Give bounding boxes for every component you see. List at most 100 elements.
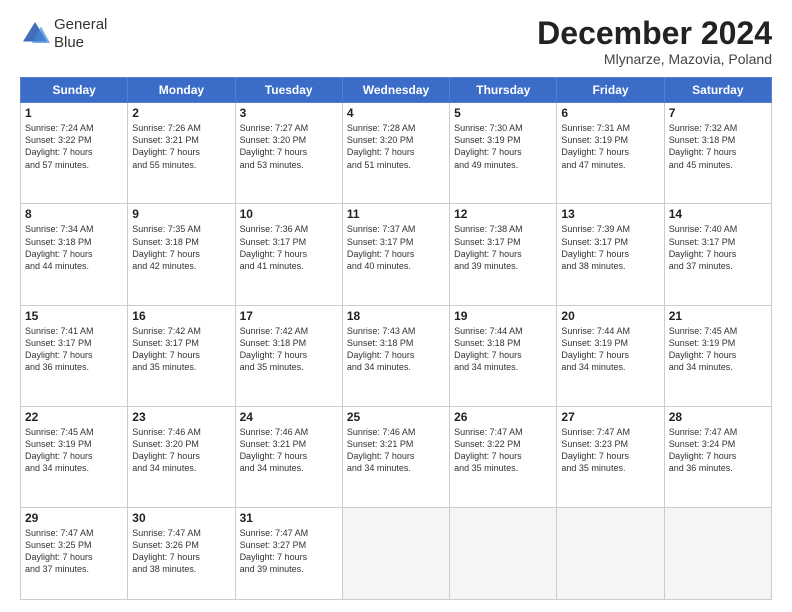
- calendar-cell: 28 Sunrise: 7:47 AM Sunset: 3:24 PM Dayli…: [664, 406, 771, 507]
- day-number: 5: [454, 106, 552, 120]
- calendar-cell: 10 Sunrise: 7:36 AM Sunset: 3:17 PM Dayli…: [235, 204, 342, 305]
- day-number: 8: [25, 207, 123, 221]
- day-number: 3: [240, 106, 338, 120]
- cell-details: Sunrise: 7:34 AM Sunset: 3:18 PM Dayligh…: [25, 223, 123, 272]
- month-title: December 2024: [537, 16, 772, 51]
- day-number: 14: [669, 207, 767, 221]
- logo-line1: General: [54, 16, 107, 34]
- calendar-cell: 22Sunrise: 7:45 AM Sunset: 3:19 PM Dayli…: [21, 406, 128, 507]
- day-number: 9: [132, 207, 230, 221]
- day-number: 12: [454, 207, 552, 221]
- calendar-cell: 18 Sunrise: 7:43 AM Sunset: 3:18 PM Dayli…: [342, 305, 449, 406]
- calendar-cell: 12 Sunrise: 7:38 AM Sunset: 3:17 PM Dayli…: [450, 204, 557, 305]
- calendar-cell: 21 Sunrise: 7:45 AM Sunset: 3:19 PM Dayli…: [664, 305, 771, 406]
- calendar-cell: 31Sunrise: 7:47 AM Sunset: 3:27 PM Dayli…: [235, 507, 342, 599]
- cell-details: Sunrise: 7:44 AM Sunset: 3:19 PM Dayligh…: [561, 325, 659, 374]
- calendar-cell: 25 Sunrise: 7:46 AM Sunset: 3:21 PM Dayli…: [342, 406, 449, 507]
- cell-details: Sunrise: 7:35 AM Sunset: 3:18 PM Dayligh…: [132, 223, 230, 272]
- day-number: 18: [347, 309, 445, 323]
- calendar-cell: 2Sunrise: 7:26 AM Sunset: 3:21 PM Daylig…: [128, 103, 235, 204]
- day-number: 31: [240, 511, 338, 525]
- day-number: 22: [25, 410, 123, 424]
- weekday-header-monday: Monday: [128, 78, 235, 103]
- cell-details: Sunrise: 7:47 AM Sunset: 3:23 PM Dayligh…: [561, 426, 659, 475]
- calendar-cell: 14 Sunrise: 7:40 AM Sunset: 3:17 PM Dayli…: [664, 204, 771, 305]
- calendar-cell: 9 Sunrise: 7:35 AM Sunset: 3:18 PM Daylig…: [128, 204, 235, 305]
- calendar-cell: 15 Sunrise: 7:41 AM Sunset: 3:17 PM Dayli…: [21, 305, 128, 406]
- cell-details: Sunrise: 7:39 AM Sunset: 3:17 PM Dayligh…: [561, 223, 659, 272]
- weekday-header-saturday: Saturday: [664, 78, 771, 103]
- cell-details: Sunrise: 7:43 AM Sunset: 3:18 PM Dayligh…: [347, 325, 445, 374]
- cell-details: Sunrise: 7:30 AM Sunset: 3:19 PM Dayligh…: [454, 122, 552, 171]
- calendar-cell: [557, 507, 664, 599]
- weekday-header-friday: Friday: [557, 78, 664, 103]
- day-number: 16: [132, 309, 230, 323]
- weekday-header-row: SundayMondayTuesdayWednesdayThursdayFrid…: [21, 78, 772, 103]
- calendar-cell: 17 Sunrise: 7:42 AM Sunset: 3:18 PM Dayli…: [235, 305, 342, 406]
- calendar-cell: 29 Sunrise: 7:47 AM Sunset: 3:25 PM Dayli…: [21, 507, 128, 599]
- cell-details: Sunrise: 7:24 AM Sunset: 3:22 PM Dayligh…: [25, 122, 123, 171]
- day-number: 21: [669, 309, 767, 323]
- day-number: 30: [132, 511, 230, 525]
- day-number: 11: [347, 207, 445, 221]
- calendar-cell: 1 Sunrise: 7:24 AM Sunset: 3:22 PM Daylig…: [21, 103, 128, 204]
- day-number: 2: [132, 106, 230, 120]
- location: Mlynarze, Mazovia, Poland: [537, 51, 772, 67]
- header: General Blue December 2024 Mlynarze, Maz…: [20, 16, 772, 67]
- title-block: December 2024 Mlynarze, Mazovia, Poland: [537, 16, 772, 67]
- calendar-cell: 19 Sunrise: 7:44 AM Sunset: 3:18 PM Dayli…: [450, 305, 557, 406]
- week-row-5: 29 Sunrise: 7:47 AM Sunset: 3:25 PM Dayli…: [21, 507, 772, 599]
- cell-details: Sunrise: 7:27 AM Sunset: 3:20 PM Dayligh…: [240, 122, 338, 171]
- calendar-cell: 24Sunrise: 7:46 AM Sunset: 3:21 PM Dayli…: [235, 406, 342, 507]
- calendar-cell: 16Sunrise: 7:42 AM Sunset: 3:17 PM Dayli…: [128, 305, 235, 406]
- calendar-cell: 13 Sunrise: 7:39 AM Sunset: 3:17 PM Dayli…: [557, 204, 664, 305]
- day-number: 10: [240, 207, 338, 221]
- calendar-cell: 23Sunrise: 7:46 AM Sunset: 3:20 PM Dayli…: [128, 406, 235, 507]
- cell-details: Sunrise: 7:31 AM Sunset: 3:19 PM Dayligh…: [561, 122, 659, 171]
- cell-details: Sunrise: 7:46 AM Sunset: 3:21 PM Dayligh…: [347, 426, 445, 475]
- day-number: 19: [454, 309, 552, 323]
- week-row-3: 15 Sunrise: 7:41 AM Sunset: 3:17 PM Dayli…: [21, 305, 772, 406]
- day-number: 1: [25, 106, 123, 120]
- week-row-4: 22Sunrise: 7:45 AM Sunset: 3:19 PM Dayli…: [21, 406, 772, 507]
- cell-details: Sunrise: 7:38 AM Sunset: 3:17 PM Dayligh…: [454, 223, 552, 272]
- day-number: 17: [240, 309, 338, 323]
- day-number: 15: [25, 309, 123, 323]
- calendar-cell: [342, 507, 449, 599]
- cell-details: Sunrise: 7:45 AM Sunset: 3:19 PM Dayligh…: [669, 325, 767, 374]
- weekday-header-sunday: Sunday: [21, 78, 128, 103]
- cell-details: Sunrise: 7:46 AM Sunset: 3:21 PM Dayligh…: [240, 426, 338, 475]
- page: General Blue December 2024 Mlynarze, Maz…: [0, 0, 792, 612]
- calendar-cell: 27 Sunrise: 7:47 AM Sunset: 3:23 PM Dayli…: [557, 406, 664, 507]
- calendar-cell: 5 Sunrise: 7:30 AM Sunset: 3:19 PM Daylig…: [450, 103, 557, 204]
- calendar-table: SundayMondayTuesdayWednesdayThursdayFrid…: [20, 77, 772, 600]
- day-number: 13: [561, 207, 659, 221]
- day-number: 4: [347, 106, 445, 120]
- cell-details: Sunrise: 7:32 AM Sunset: 3:18 PM Dayligh…: [669, 122, 767, 171]
- day-number: 29: [25, 511, 123, 525]
- cell-details: Sunrise: 7:41 AM Sunset: 3:17 PM Dayligh…: [25, 325, 123, 374]
- cell-details: Sunrise: 7:44 AM Sunset: 3:18 PM Dayligh…: [454, 325, 552, 374]
- cell-details: Sunrise: 7:47 AM Sunset: 3:24 PM Dayligh…: [669, 426, 767, 475]
- logo-line2: Blue: [54, 34, 107, 52]
- cell-details: Sunrise: 7:40 AM Sunset: 3:17 PM Dayligh…: [669, 223, 767, 272]
- cell-details: Sunrise: 7:36 AM Sunset: 3:17 PM Dayligh…: [240, 223, 338, 272]
- calendar-cell: 6Sunrise: 7:31 AM Sunset: 3:19 PM Daylig…: [557, 103, 664, 204]
- calendar-cell: [664, 507, 771, 599]
- day-number: 27: [561, 410, 659, 424]
- cell-details: Sunrise: 7:47 AM Sunset: 3:25 PM Dayligh…: [25, 527, 123, 576]
- cell-details: Sunrise: 7:42 AM Sunset: 3:18 PM Dayligh…: [240, 325, 338, 374]
- day-number: 28: [669, 410, 767, 424]
- day-number: 23: [132, 410, 230, 424]
- day-number: 7: [669, 106, 767, 120]
- week-row-2: 8 Sunrise: 7:34 AM Sunset: 3:18 PM Daylig…: [21, 204, 772, 305]
- day-number: 25: [347, 410, 445, 424]
- day-number: 20: [561, 309, 659, 323]
- week-row-1: 1 Sunrise: 7:24 AM Sunset: 3:22 PM Daylig…: [21, 103, 772, 204]
- weekday-header-tuesday: Tuesday: [235, 78, 342, 103]
- calendar-cell: 20 Sunrise: 7:44 AM Sunset: 3:19 PM Dayli…: [557, 305, 664, 406]
- logo: General Blue: [20, 16, 107, 52]
- logo-icon: [20, 19, 50, 49]
- cell-details: Sunrise: 7:28 AM Sunset: 3:20 PM Dayligh…: [347, 122, 445, 171]
- day-number: 26: [454, 410, 552, 424]
